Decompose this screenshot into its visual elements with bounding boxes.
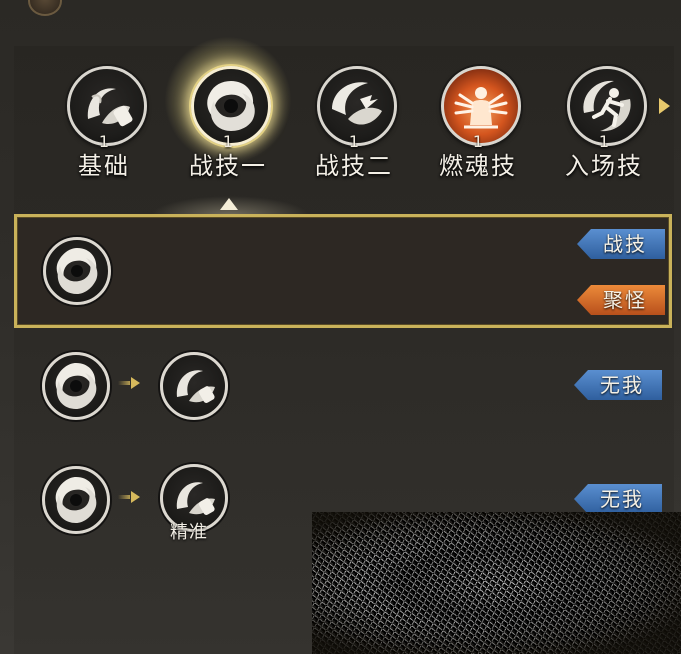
vortex-icon [42, 466, 110, 534]
tab-basic[interactable]: 1 基础 [54, 48, 154, 180]
sequence-arrow-icon [118, 491, 140, 503]
tab-entry-skill[interactable]: 1 入场技 [554, 48, 654, 180]
combo-tag: 战技 [577, 229, 665, 259]
combo-row-selected[interactable]: 战技 聚怪 [14, 214, 672, 328]
combo-row[interactable]: 无我 [14, 340, 666, 440]
tab-label: 战技二 [315, 152, 393, 180]
glitch-noise-overlay [312, 512, 681, 654]
combo-tag: 无我 [574, 370, 662, 400]
tab-skill-one[interactable]: 1 战技一 [164, 36, 292, 180]
skill-sublabel: 精准 [170, 522, 208, 543]
tab-label: 燃魂技 [439, 152, 517, 180]
tab-soul-burn[interactable]: 1 燃魂技 [428, 48, 528, 180]
sequence-arrow-icon [118, 377, 140, 389]
top-coin-icon [28, 0, 62, 16]
active-tab-pointer-icon [220, 198, 238, 210]
tab-label: 基础 [78, 152, 130, 180]
tab-label: 入场技 [565, 152, 643, 180]
vortex-icon [42, 352, 110, 420]
fist-swirl-icon [160, 352, 228, 420]
next-tab-arrow-icon[interactable] [659, 98, 670, 114]
tab-skill-two[interactable]: 1 战技二 [304, 48, 404, 180]
tab-label: 战技一 [189, 152, 267, 180]
combo-tag: 无我 [574, 484, 662, 514]
vortex-icon [43, 237, 111, 305]
combo-tag: 聚怪 [577, 285, 665, 315]
